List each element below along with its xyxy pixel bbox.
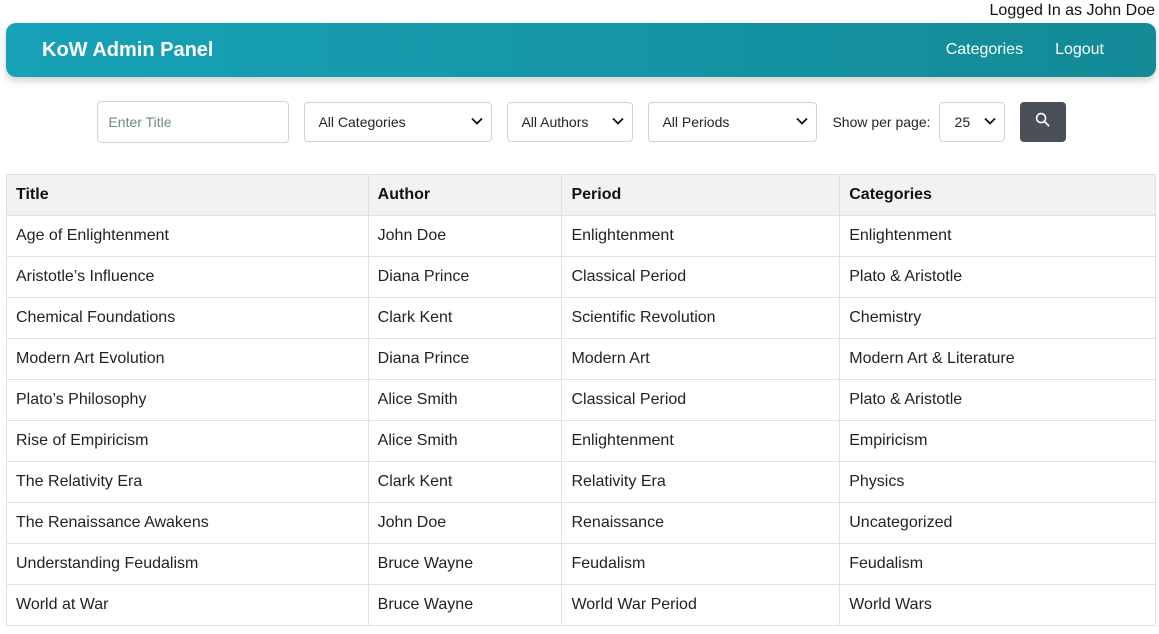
cell-period: Renaissance	[561, 502, 841, 544]
nav-logout-link[interactable]: Logout	[1055, 41, 1104, 59]
period-select[interactable]: All Periods	[648, 102, 818, 142]
cell-period: Enlightenment	[561, 420, 841, 462]
author-select-value: All Authors	[521, 114, 589, 130]
cell-title: Plato’s Philosophy	[6, 379, 369, 421]
cell-categories: Modern Art & Literature	[839, 338, 1156, 380]
column-header-author: Author	[367, 174, 563, 216]
search-icon	[1035, 112, 1050, 132]
cell-period: Scientific Revolution	[561, 297, 841, 339]
cell-author: Clark Kent	[367, 297, 563, 339]
per-page-select[interactable]: 25	[938, 102, 1005, 142]
cell-categories: Plato & Aristotle	[839, 256, 1156, 298]
category-select-value: All Categories	[318, 114, 406, 130]
cell-title: Understanding Feudalism	[6, 543, 369, 585]
cell-author: Clark Kent	[367, 461, 563, 503]
cell-author: John Doe	[367, 215, 563, 257]
column-header-categories: Categories	[839, 174, 1156, 216]
cell-period: Feudalism	[561, 543, 841, 585]
table-row[interactable]: Age of Enlightenment John Doe Enlightenm…	[6, 215, 1156, 257]
period-select-value: All Periods	[662, 114, 730, 130]
cell-title: World at War	[6, 584, 369, 626]
table-row[interactable]: World at War Bruce Wayne World War Perio…	[6, 584, 1156, 626]
table-row[interactable]: Aristotle’s Influence Diana Prince Class…	[6, 256, 1156, 298]
search-button[interactable]	[1019, 102, 1066, 142]
cell-categories: Chemistry	[839, 297, 1156, 339]
cell-categories: Feudalism	[839, 543, 1156, 585]
title-search-input[interactable]	[97, 101, 290, 143]
cell-categories: Enlightenment	[839, 215, 1156, 257]
cell-period: Classical Period	[561, 379, 841, 421]
articles-table: Title Author Period Categories Age of En…	[6, 174, 1156, 626]
cell-author: Alice Smith	[367, 379, 563, 421]
cell-period: Relativity Era	[561, 461, 841, 503]
table-row[interactable]: Modern Art Evolution Diana Prince Modern…	[6, 338, 1156, 380]
cell-categories: Empiricism	[839, 420, 1156, 462]
cell-author: Diana Prince	[367, 256, 563, 298]
per-page-select-value: 25	[954, 114, 971, 130]
cell-author: John Doe	[367, 502, 563, 544]
table-header-row: Title Author Period Categories	[6, 174, 1156, 216]
column-header-title: Title	[6, 174, 369, 216]
chevron-down-icon	[471, 116, 484, 128]
navbar: KoW Admin Panel Categories Logout	[6, 23, 1156, 77]
table-row[interactable]: The Renaissance Awakens John Doe Renaiss…	[6, 502, 1156, 544]
cell-title: Aristotle’s Influence	[6, 256, 369, 298]
nav-links: Categories Logout	[946, 41, 1104, 59]
filter-bar: All Categories All Authors All Periods S…	[0, 101, 1159, 143]
cell-period: Enlightenment	[561, 215, 841, 257]
cell-title: Rise of Empiricism	[6, 420, 369, 462]
cell-categories: Plato & Aristotle	[839, 379, 1156, 421]
cell-author: Diana Prince	[367, 338, 563, 380]
cell-author: Bruce Wayne	[367, 584, 563, 626]
brand-title[interactable]: KoW Admin Panel	[42, 39, 946, 62]
table-row[interactable]: Chemical Foundations Clark Kent Scientif…	[6, 297, 1156, 339]
cell-title: The Renaissance Awakens	[6, 502, 369, 544]
cell-title: The Relativity Era	[6, 461, 369, 503]
per-page-label: Show per page:	[832, 114, 931, 130]
cell-period: World War Period	[561, 584, 841, 626]
chevron-down-icon	[796, 116, 809, 128]
cell-author: Alice Smith	[367, 420, 563, 462]
cell-period: Classical Period	[561, 256, 841, 298]
cell-title: Chemical Foundations	[6, 297, 369, 339]
author-select[interactable]: All Authors	[507, 102, 634, 142]
chevron-down-icon	[983, 116, 996, 128]
table-row[interactable]: Understanding Feudalism Bruce Wayne Feud…	[6, 543, 1156, 585]
cell-categories: Physics	[839, 461, 1156, 503]
cell-title: Modern Art Evolution	[6, 338, 369, 380]
cell-categories: World Wars	[839, 584, 1156, 626]
column-header-period: Period	[561, 174, 841, 216]
chevron-down-icon	[612, 116, 625, 128]
table-row[interactable]: The Relativity Era Clark Kent Relativity…	[6, 461, 1156, 503]
cell-title: Age of Enlightenment	[6, 215, 369, 257]
cell-categories: Uncategorized	[839, 502, 1156, 544]
category-select[interactable]: All Categories	[304, 102, 493, 142]
table-row[interactable]: Plato’s Philosophy Alice Smith Classical…	[6, 379, 1156, 421]
nav-categories-link[interactable]: Categories	[946, 41, 1023, 59]
cell-period: Modern Art	[561, 338, 841, 380]
login-status: Logged In as John Doe	[989, 2, 1155, 19]
cell-author: Bruce Wayne	[367, 543, 563, 585]
table-row[interactable]: Rise of Empiricism Alice Smith Enlighten…	[6, 420, 1156, 462]
